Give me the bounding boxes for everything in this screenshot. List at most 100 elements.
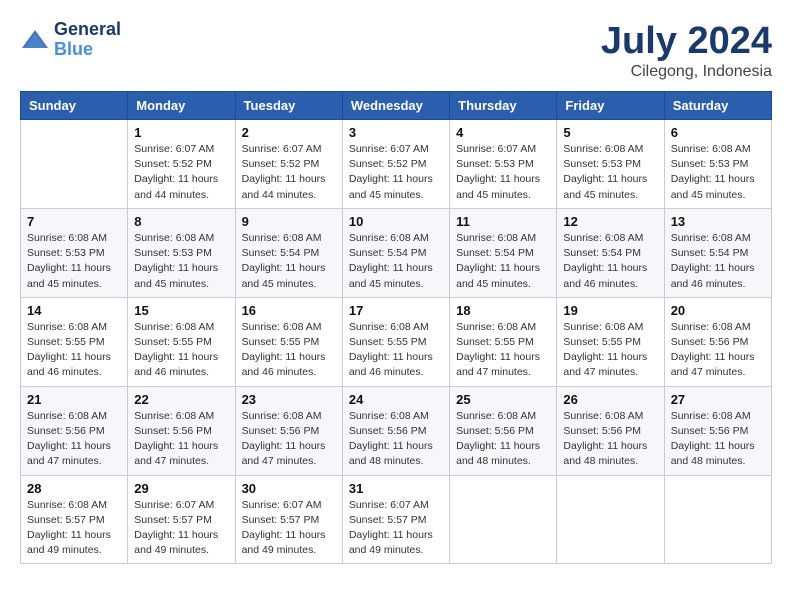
day-info: Sunrise: 6:07 AM Sunset: 5:52 PM Dayligh… <box>134 142 228 203</box>
calendar-week-row: 7 Sunrise: 6:08 AM Sunset: 5:53 PM Daylig… <box>21 208 772 297</box>
day-info: Sunrise: 6:08 AM Sunset: 5:56 PM Dayligh… <box>27 409 121 470</box>
calendar-header-row: SundayMondayTuesdayWednesdayThursdayFrid… <box>21 92 772 120</box>
calendar-cell: 20 Sunrise: 6:08 AM Sunset: 5:56 PM Dayli… <box>664 297 771 386</box>
day-info: Sunrise: 6:08 AM Sunset: 5:54 PM Dayligh… <box>349 231 443 292</box>
day-info: Sunrise: 6:08 AM Sunset: 5:55 PM Dayligh… <box>456 320 550 381</box>
day-info: Sunrise: 6:08 AM Sunset: 5:53 PM Dayligh… <box>671 142 765 203</box>
day-info: Sunrise: 6:08 AM Sunset: 5:54 PM Dayligh… <box>563 231 657 292</box>
day-number: 10 <box>349 214 443 229</box>
day-info: Sunrise: 6:08 AM Sunset: 5:54 PM Dayligh… <box>456 231 550 292</box>
calendar-cell: 25Sunrise: 6:08 AM Sunset: 5:56 PM Dayli… <box>450 386 557 475</box>
calendar-cell: 5 Sunrise: 6:08 AM Sunset: 5:53 PM Daylig… <box>557 120 664 209</box>
calendar-cell: 9 Sunrise: 6:08 AM Sunset: 5:54 PM Daylig… <box>235 208 342 297</box>
day-number: 6 <box>671 125 765 140</box>
day-number: 22 <box>134 392 228 407</box>
day-number: 8 <box>134 214 228 229</box>
day-number: 15 <box>134 303 228 318</box>
day-info: Sunrise: 6:07 AM Sunset: 5:57 PM Dayligh… <box>349 498 443 559</box>
calendar-week-row: 21 Sunrise: 6:08 AM Sunset: 5:56 PM Dayli… <box>21 386 772 475</box>
calendar-cell: 8 Sunrise: 6:08 AM Sunset: 5:53 PM Daylig… <box>128 208 235 297</box>
day-number: 20 <box>671 303 765 318</box>
calendar-cell: 28Sunrise: 6:08 AM Sunset: 5:57 PM Dayli… <box>21 475 128 564</box>
logo: GeneralBlue <box>20 20 121 60</box>
day-number: 4 <box>456 125 550 140</box>
calendar-week-row: 28Sunrise: 6:08 AM Sunset: 5:57 PM Dayli… <box>21 475 772 564</box>
day-of-week-header: Thursday <box>450 92 557 120</box>
day-number: 17 <box>349 303 443 318</box>
day-of-week-header: Sunday <box>21 92 128 120</box>
day-number: 5 <box>563 125 657 140</box>
calendar-cell: 31 Sunrise: 6:07 AM Sunset: 5:57 PM Dayli… <box>342 475 449 564</box>
calendar-cell: 30Sunrise: 6:07 AM Sunset: 5:57 PM Dayli… <box>235 475 342 564</box>
calendar-cell: 27Sunrise: 6:08 AM Sunset: 5:56 PM Dayli… <box>664 386 771 475</box>
day-info: Sunrise: 6:08 AM Sunset: 5:53 PM Dayligh… <box>27 231 121 292</box>
day-info: Sunrise: 6:07 AM Sunset: 5:57 PM Dayligh… <box>134 498 228 559</box>
calendar-cell <box>664 475 771 564</box>
calendar-cell <box>450 475 557 564</box>
day-info: Sunrise: 6:07 AM Sunset: 5:52 PM Dayligh… <box>349 142 443 203</box>
calendar-cell: 17 Sunrise: 6:08 AM Sunset: 5:55 PM Dayli… <box>342 297 449 386</box>
calendar-cell: 19Sunrise: 6:08 AM Sunset: 5:55 PM Dayli… <box>557 297 664 386</box>
day-number: 7 <box>27 214 121 229</box>
day-info: Sunrise: 6:08 AM Sunset: 5:55 PM Dayligh… <box>242 320 336 381</box>
day-info: Sunrise: 6:07 AM Sunset: 5:53 PM Dayligh… <box>456 142 550 203</box>
day-number: 16 <box>242 303 336 318</box>
day-number: 18 <box>456 303 550 318</box>
day-of-week-header: Tuesday <box>235 92 342 120</box>
day-number: 1 <box>134 125 228 140</box>
calendar-cell: 14 Sunrise: 6:08 AM Sunset: 5:55 PM Dayli… <box>21 297 128 386</box>
day-info: Sunrise: 6:08 AM Sunset: 5:56 PM Dayligh… <box>242 409 336 470</box>
calendar-cell: 10 Sunrise: 6:08 AM Sunset: 5:54 PM Dayli… <box>342 208 449 297</box>
location: Cilegong, Indonesia <box>601 63 772 81</box>
calendar: SundayMondayTuesdayWednesdayThursdayFrid… <box>20 91 772 564</box>
day-info: Sunrise: 6:08 AM Sunset: 5:55 PM Dayligh… <box>134 320 228 381</box>
logo-icon <box>20 28 50 52</box>
day-number: 11 <box>456 214 550 229</box>
page-header: GeneralBlue July 2024 Cilegong, Indonesi… <box>20 20 772 81</box>
day-number: 30 <box>242 481 336 496</box>
day-number: 19 <box>563 303 657 318</box>
day-info: Sunrise: 6:08 AM Sunset: 5:56 PM Dayligh… <box>349 409 443 470</box>
calendar-cell: 13 Sunrise: 6:08 AM Sunset: 5:54 PM Dayli… <box>664 208 771 297</box>
day-number: 29 <box>134 481 228 496</box>
calendar-cell: 24 Sunrise: 6:08 AM Sunset: 5:56 PM Dayli… <box>342 386 449 475</box>
day-of-week-header: Monday <box>128 92 235 120</box>
day-number: 21 <box>27 392 121 407</box>
day-number: 3 <box>349 125 443 140</box>
day-info: Sunrise: 6:08 AM Sunset: 5:54 PM Dayligh… <box>671 231 765 292</box>
day-number: 31 <box>349 481 443 496</box>
day-of-week-header: Saturday <box>664 92 771 120</box>
calendar-cell: 15 Sunrise: 6:08 AM Sunset: 5:55 PM Dayli… <box>128 297 235 386</box>
day-of-week-header: Wednesday <box>342 92 449 120</box>
day-info: Sunrise: 6:07 AM Sunset: 5:52 PM Dayligh… <box>242 142 336 203</box>
day-number: 27 <box>671 392 765 407</box>
day-number: 9 <box>242 214 336 229</box>
day-of-week-header: Friday <box>557 92 664 120</box>
calendar-cell: 23 Sunrise: 6:08 AM Sunset: 5:56 PM Dayli… <box>235 386 342 475</box>
day-info: Sunrise: 6:08 AM Sunset: 5:54 PM Dayligh… <box>242 231 336 292</box>
calendar-cell <box>557 475 664 564</box>
day-info: Sunrise: 6:08 AM Sunset: 5:55 PM Dayligh… <box>27 320 121 381</box>
day-info: Sunrise: 6:08 AM Sunset: 5:56 PM Dayligh… <box>671 320 765 381</box>
day-number: 14 <box>27 303 121 318</box>
calendar-week-row: 1 Sunrise: 6:07 AM Sunset: 5:52 PM Daylig… <box>21 120 772 209</box>
day-number: 26 <box>563 392 657 407</box>
day-info: Sunrise: 6:08 AM Sunset: 5:56 PM Dayligh… <box>456 409 550 470</box>
logo-text: GeneralBlue <box>54 20 121 60</box>
calendar-cell: 7 Sunrise: 6:08 AM Sunset: 5:53 PM Daylig… <box>21 208 128 297</box>
calendar-cell <box>21 120 128 209</box>
day-info: Sunrise: 6:08 AM Sunset: 5:53 PM Dayligh… <box>563 142 657 203</box>
calendar-cell: 4 Sunrise: 6:07 AM Sunset: 5:53 PM Daylig… <box>450 120 557 209</box>
day-number: 13 <box>671 214 765 229</box>
day-number: 23 <box>242 392 336 407</box>
calendar-cell: 2Sunrise: 6:07 AM Sunset: 5:52 PM Daylig… <box>235 120 342 209</box>
day-info: Sunrise: 6:08 AM Sunset: 5:57 PM Dayligh… <box>27 498 121 559</box>
calendar-cell: 16 Sunrise: 6:08 AM Sunset: 5:55 PM Dayli… <box>235 297 342 386</box>
day-info: Sunrise: 6:08 AM Sunset: 5:55 PM Dayligh… <box>349 320 443 381</box>
calendar-cell: 3 Sunrise: 6:07 AM Sunset: 5:52 PM Daylig… <box>342 120 449 209</box>
calendar-cell: 22Sunrise: 6:08 AM Sunset: 5:56 PM Dayli… <box>128 386 235 475</box>
day-info: Sunrise: 6:08 AM Sunset: 5:53 PM Dayligh… <box>134 231 228 292</box>
month-title: July 2024 <box>601 20 772 63</box>
calendar-cell: 12Sunrise: 6:08 AM Sunset: 5:54 PM Dayli… <box>557 208 664 297</box>
day-number: 24 <box>349 392 443 407</box>
